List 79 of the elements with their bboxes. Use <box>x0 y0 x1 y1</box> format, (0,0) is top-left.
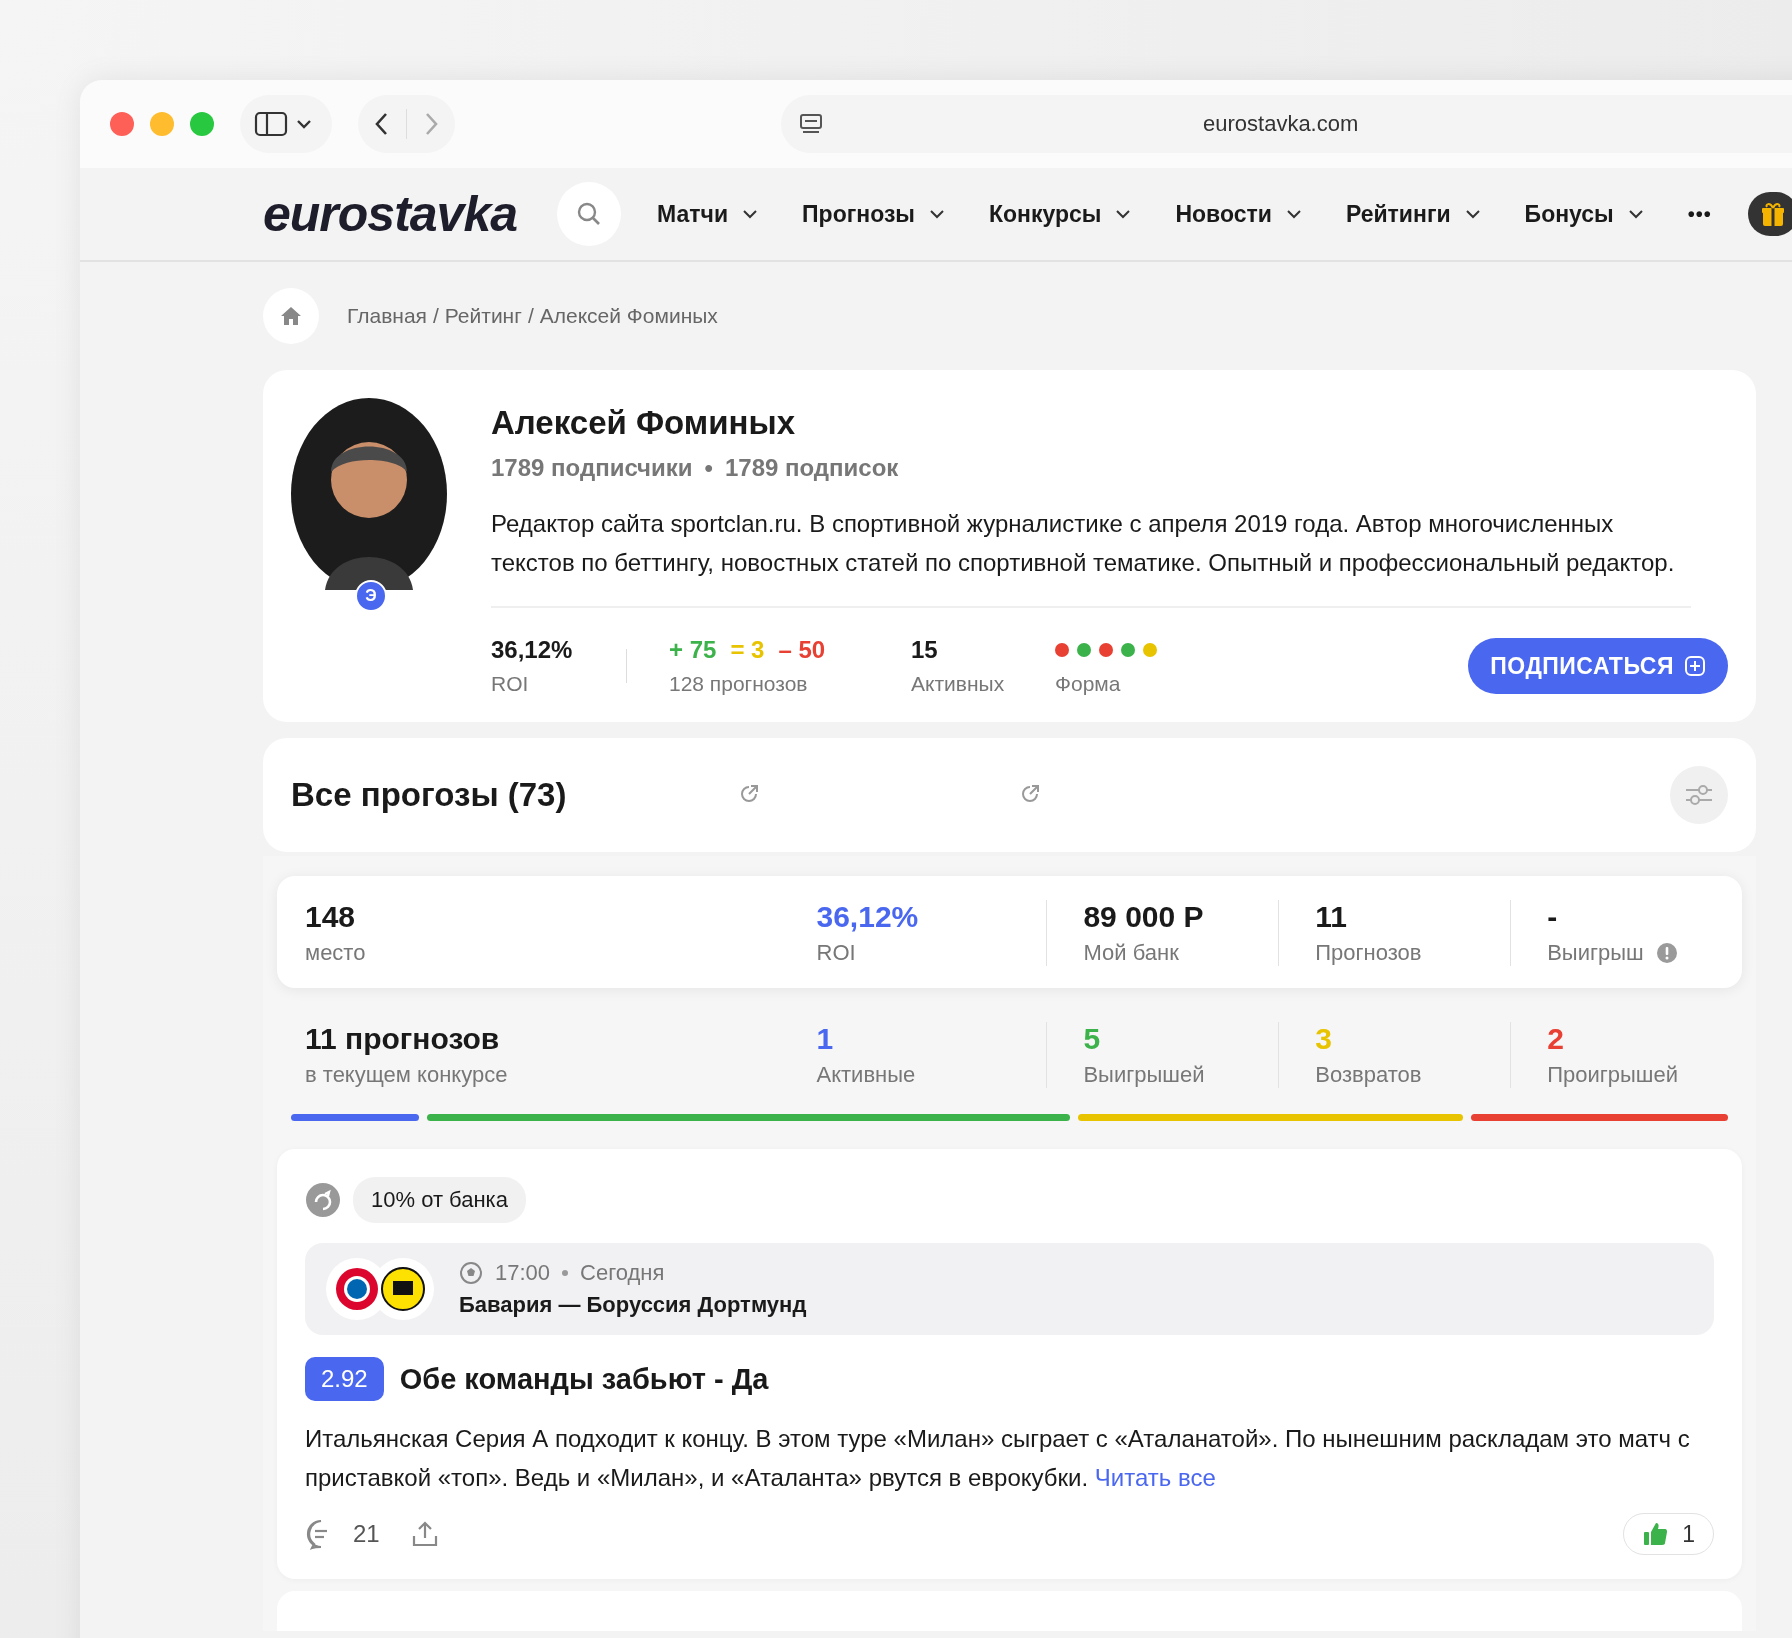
like-button[interactable]: 1 <box>1623 1513 1714 1555</box>
gift-button[interactable] <box>1747 192 1792 236</box>
roi-label: ROI <box>491 672 530 696</box>
verified-badge: Э <box>355 580 387 612</box>
contest-title: прогнозов <box>345 1022 500 1055</box>
profile-name: Алексей Фоминых <box>491 404 796 442</box>
outcome-count: 3 <box>1315 1022 1333 1056</box>
repeat-icon <box>305 1182 341 1218</box>
record-count: – 50 <box>778 636 826 664</box>
followers-count[interactable]: 1789 подписчики <box>491 454 693 482</box>
stat-label: Мой банк <box>1083 940 1179 966</box>
nav-menu-item[interactable]: Прогнозы <box>802 200 945 228</box>
stat-value: 11 <box>1315 900 1348 934</box>
home-icon <box>279 305 303 327</box>
outcome-count: 2 <box>1547 1022 1565 1056</box>
stat-value: 89 000 Р <box>1083 900 1205 934</box>
stat-label: место <box>305 940 366 966</box>
chevron-down-icon <box>1627 209 1644 219</box>
forecast-text: Итальянская Серия А подходит к концу. В этом туре «Милан» сыграет с «Аталанатой». По нынешним раскладам это матч с приставкой «топ». Ведь и «Милан», и «Аталанта» рвутся в еврокубки. Читать все <box>305 1424 1691 1493</box>
outcome-count: 5 <box>1083 1022 1102 1056</box>
outcome-label: Активные <box>816 1062 917 1088</box>
minimize-window-button[interactable] <box>150 112 174 136</box>
match-teams: Бавария — Боруссия Дортмунд <box>459 1292 807 1318</box>
breadcrumb-separator: / <box>432 304 439 328</box>
breadcrumb-separator: / <box>527 304 534 328</box>
profile-bio: Редактор сайта sportclan.ru. В спортивной журналистике с апреля 2019 года. Автор многочисленных текстов по беттингу, новостных статей по спортивной тематике. Опытный и профессиональный редактор. <box>491 504 1691 608</box>
active-label: Активных <box>911 672 1006 696</box>
nav-menu-item[interactable]: Конкурсы <box>989 200 1132 228</box>
forecasts-count-label: 128 прогнозов <box>669 672 809 696</box>
stat-label: Прогнозов <box>1315 940 1422 966</box>
ball-icon <box>459 1261 483 1285</box>
following-count[interactable]: 1789 подписок <box>724 454 899 482</box>
stat-value: 36,12% <box>816 900 920 934</box>
outcome-label: Выигрышей <box>1083 1062 1206 1088</box>
active-value: 15 <box>911 636 939 664</box>
breadcrumb-link[interactable]: Рейтинг <box>444 304 522 328</box>
nav-menu-item[interactable]: Бонусы <box>1524 200 1644 228</box>
stat-value: 148 <box>305 900 357 934</box>
outcome-label: Проигрышей <box>1547 1062 1679 1088</box>
site-logo[interactable]: eurostavka <box>263 185 518 243</box>
stat-value: - <box>1547 900 1559 934</box>
chevron-down-icon <box>742 209 759 219</box>
comment-count: 21 <box>353 1520 380 1548</box>
zoom-window-button[interactable] <box>190 112 214 136</box>
plus-icon <box>1684 655 1706 677</box>
more-button[interactable]: ••• <box>1687 202 1712 226</box>
stake-tag: 10% от банка <box>353 1177 526 1223</box>
nav-menu-item[interactable]: Новости <box>1175 200 1302 228</box>
nav-menu-item[interactable]: Рейтинги <box>1345 200 1481 228</box>
chevron-down-icon <box>1464 209 1481 219</box>
chevron-down-icon <box>1285 209 1302 219</box>
record-count: + 75 <box>669 636 717 664</box>
chevron-down-icon <box>929 209 945 219</box>
record-count: = 3 <box>730 636 765 664</box>
form-label: Форма <box>1055 672 1122 696</box>
page-icon <box>799 113 823 135</box>
forecast-title: Обе команды забьют - Да <box>399 1362 769 1396</box>
separator-dot: • <box>704 454 713 482</box>
match-day: Сегодня <box>580 1260 665 1286</box>
nav-menu-item[interactable]: Матчи <box>657 200 759 228</box>
outcome-label: Возвратов <box>1315 1062 1423 1088</box>
match-panel[interactable]: 17:00 Сегодня Бавария — Боруссия Дортмунд <box>305 1243 1714 1335</box>
subscribe-button[interactable]: ПОДПИСАТЬСЯ <box>1468 638 1728 694</box>
odds-badge: 2.92 <box>305 1357 384 1401</box>
address-bar[interactable]: eurostavka.com <box>781 95 1792 153</box>
contest-count: 11 <box>305 1022 337 1055</box>
info-icon[interactable] <box>1655 942 1678 964</box>
section-title: Все прогозы (73) <box>291 776 567 814</box>
read-more-link[interactable]: Читать все <box>1094 1464 1216 1491</box>
close-window-button[interactable] <box>110 112 134 136</box>
match-time: 17:00 <box>495 1260 551 1286</box>
stat-label: ROI <box>816 940 856 966</box>
breadcrumb-link[interactable]: Главная <box>347 304 427 328</box>
roi-value: 36,12% <box>491 636 574 664</box>
chevron-down-icon <box>1115 209 1132 219</box>
outcome-count: 1 <box>816 1022 835 1056</box>
thumbs-up-icon <box>1642 1521 1669 1547</box>
stat-label: Выигрыш <box>1547 940 1644 966</box>
contest-subtitle: в текущем конкурсе <box>305 1062 509 1088</box>
